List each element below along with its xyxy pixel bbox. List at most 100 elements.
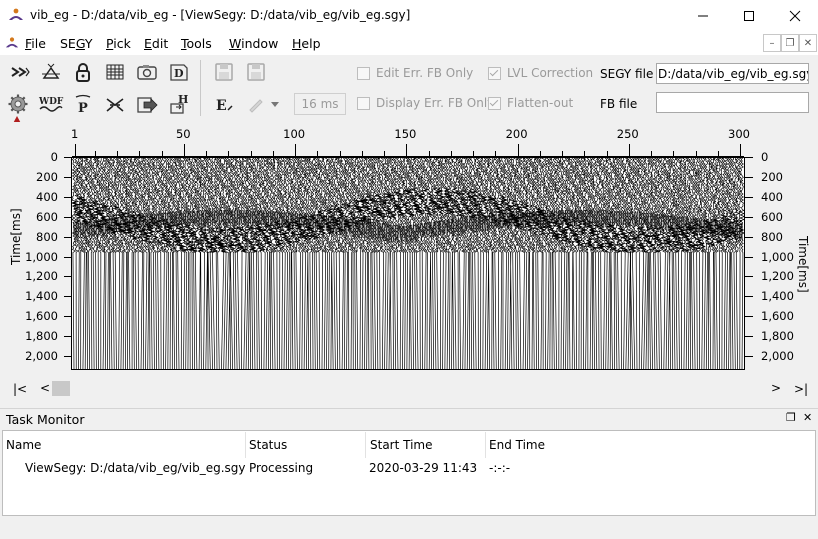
x-tick-mark: [517, 144, 519, 156]
y-tick-label: 200: [761, 169, 783, 184]
task-monitor-close-button[interactable]: ✕: [803, 411, 812, 424]
status-bar: [0, 516, 818, 539]
seismic-traces-canvas[interactable]: [71, 157, 745, 370]
x-tick-mark: [295, 144, 297, 156]
export-button[interactable]: [134, 91, 160, 117]
menu-help[interactable]: Help: [292, 36, 321, 51]
mdi-restore-icon: ❐: [785, 37, 795, 49]
mdi-app-icon[interactable]: [5, 36, 19, 50]
lock-icon: [76, 63, 90, 82]
x-tick-label: 1: [71, 127, 79, 141]
settings-gear-icon: [8, 94, 28, 114]
task-monitor-float-button[interactable]: ❐: [786, 411, 796, 424]
column-separator: [485, 432, 486, 458]
document-d-icon: D: [170, 64, 188, 81]
fb-file-input[interactable]: [656, 92, 809, 113]
y-tick-mark: [745, 196, 753, 198]
segy-file-label: SEGY file: [600, 67, 654, 81]
trace-axis: 1 50 100 150 200 250 300: [0, 122, 818, 158]
y-tick-label: 0: [761, 150, 769, 164]
save-button[interactable]: [211, 59, 237, 85]
col-name-header[interactable]: Name: [6, 438, 41, 452]
x-tick-mark: [628, 144, 630, 156]
x-tick-label: 100: [283, 127, 306, 141]
menu-tools[interactable]: Tools: [181, 36, 212, 51]
lock-button[interactable]: [70, 59, 96, 85]
segy-file-input[interactable]: D:/data/vib_eg/vib_eg.sgy: [656, 63, 809, 84]
wdf-button[interactable]: WDF: [38, 91, 64, 117]
trace-scrollbar[interactable]: [6, 378, 816, 400]
x-tick-mark: [406, 144, 408, 156]
menu-pick[interactable]: Pick: [106, 36, 131, 51]
flatten-out-checkbox[interactable]: Flatten-out: [488, 96, 573, 110]
menu-file[interactable]: File: [25, 36, 46, 51]
y-tick-mark: [745, 216, 753, 218]
y-axis-label-left: Time[ms]: [9, 208, 23, 265]
x-tick-mark: [75, 144, 76, 156]
y-tick-label: 1,000: [25, 249, 58, 264]
maximize-button[interactable]: [726, 0, 772, 31]
camera-icon: [137, 65, 157, 80]
x-tick-label: 50: [175, 127, 191, 141]
export-arrow-icon: [137, 97, 158, 113]
header-button[interactable]: H: [166, 91, 192, 117]
svg-text:P: P: [78, 101, 88, 115]
flip-button[interactable]: [38, 59, 64, 85]
minimize-icon: [698, 15, 708, 16]
flip-triangle-icon: [42, 63, 60, 79]
float-panel-icon: ❐: [786, 411, 796, 424]
y-tick-mark: [745, 276, 753, 278]
y-tick-label: 200: [36, 169, 58, 184]
trace-wiggles: [72, 158, 744, 369]
document-d-button[interactable]: D: [166, 59, 192, 85]
cut-button[interactable]: [102, 91, 128, 117]
flatten-checkbox-box: [488, 96, 501, 110]
y-tick-label: 400: [36, 189, 58, 204]
lvl-label: LVL Correction: [507, 66, 594, 80]
display-err-checkbox-box: [357, 96, 370, 110]
scroll-last-button[interactable]: >|: [794, 382, 808, 396]
lvl-correction-checkbox[interactable]: LVL Correction: [488, 66, 593, 80]
scroll-first-button[interactable]: |<: [13, 382, 27, 396]
pen-dropdown-button[interactable]: [270, 98, 280, 108]
col-end-header[interactable]: End Time: [489, 438, 545, 452]
edit-err-label: Edit Err. FB Only: [376, 66, 474, 80]
settings-button[interactable]: [5, 91, 31, 117]
y-tick-label: 2,000: [761, 349, 794, 363]
svg-text:D: D: [174, 67, 184, 80]
mdi-minimize-button[interactable]: –: [763, 34, 781, 52]
edit-e-button[interactable]: E: [211, 91, 237, 117]
mdi-close-button[interactable]: ✕: [799, 34, 817, 52]
scroll-thumb[interactable]: [52, 381, 70, 396]
fast-forward-button[interactable]: [7, 59, 33, 85]
task-name-cell[interactable]: ViewSegy: D:/data/vib_eg/vib_eg.sgy: [25, 461, 246, 475]
menu-edit[interactable]: Edit: [144, 36, 168, 51]
close-button[interactable]: [772, 0, 818, 31]
scroll-prev-button[interactable]: <: [40, 381, 50, 395]
menu-segy[interactable]: SEGY: [60, 36, 93, 51]
display-err-fb-only-checkbox[interactable]: Display Err. FB Only: [357, 96, 494, 110]
y-tick-label: 1,400: [25, 289, 58, 304]
menu-window[interactable]: Window: [229, 36, 278, 51]
flatten-label: Flatten-out: [507, 96, 574, 110]
p-pick-icon: P: [75, 94, 91, 115]
dropdown-arrow-icon: [271, 102, 279, 107]
y-tick-label: 1,200: [761, 269, 794, 284]
save-all-button[interactable]: [243, 59, 269, 85]
pick-button[interactable]: P: [70, 91, 96, 117]
edit-err-fb-only-checkbox[interactable]: Edit Err. FB Only: [357, 66, 473, 80]
scroll-next-button[interactable]: >: [771, 381, 781, 395]
wdf-icon: WDF: [38, 97, 64, 112]
minimize-button[interactable]: [680, 0, 726, 31]
mdi-restore-button[interactable]: ❐: [781, 34, 799, 52]
maximize-icon: [744, 10, 754, 21]
lvl-checkbox-box: [488, 66, 501, 80]
col-start-header[interactable]: Start Time: [370, 438, 433, 452]
col-status-header[interactable]: Status: [249, 438, 287, 452]
table-view-button[interactable]: [102, 59, 128, 85]
pen-button[interactable]: [243, 91, 269, 117]
y-tick-mark: [745, 296, 753, 298]
screenshot-button[interactable]: [134, 59, 160, 85]
delay-ms-field[interactable]: 16 ms: [294, 93, 346, 115]
close-icon: [789, 10, 801, 21]
